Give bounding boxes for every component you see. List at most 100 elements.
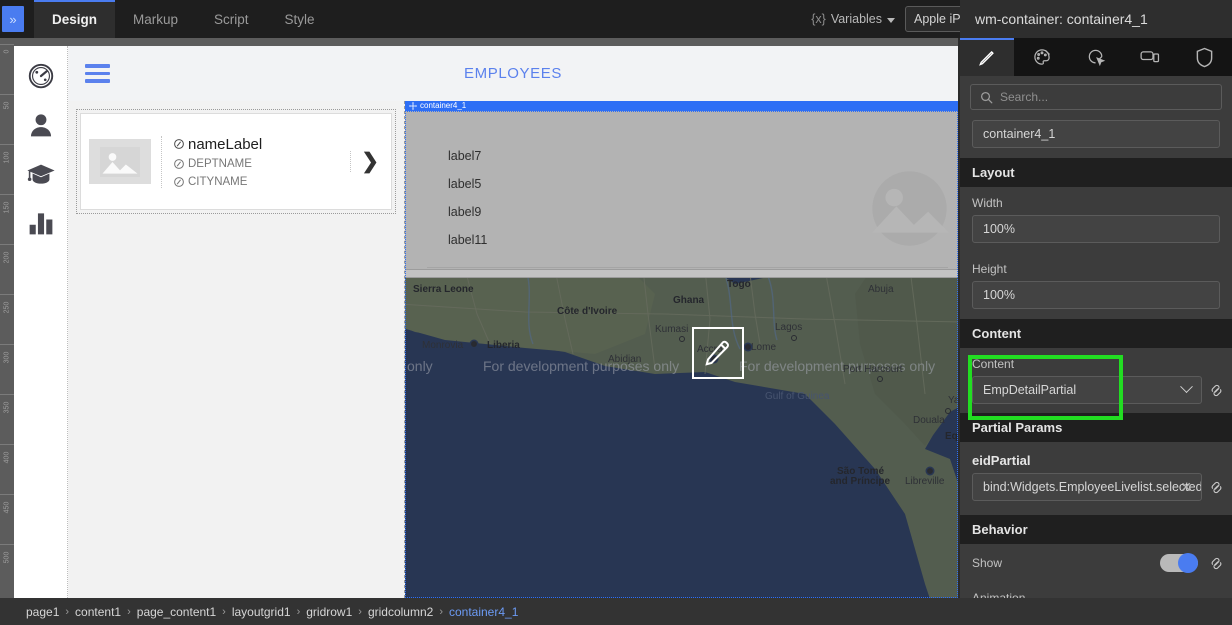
tab-devices[interactable] [1123, 38, 1177, 76]
section-partial-params-header: Partial Params [960, 413, 1232, 442]
tab-properties[interactable] [960, 38, 1014, 76]
employee-livelist-column[interactable]: nameLabel DEPTNAME [68, 101, 405, 598]
devices-icon [1139, 47, 1161, 67]
binding-link-icon [174, 139, 184, 149]
canvas-scroll-strip[interactable] [405, 269, 958, 278]
binding-link-icon [1209, 480, 1224, 495]
person-icon[interactable] [25, 109, 57, 141]
horizontal-ruler [14, 38, 958, 46]
employee-name-label: nameLabel [188, 136, 262, 153]
partial-label-5: label5 [448, 177, 487, 191]
vertical-ruler: 0 50 100 150 200 250 300 350 400 450 500 [0, 38, 14, 625]
container4-1[interactable]: container4_1 label7 label5 label9 label1… [405, 101, 958, 598]
tab-design[interactable]: Design [34, 0, 115, 38]
employee-city-row: CITYNAME [174, 176, 350, 188]
tab-markup-label: Markup [133, 12, 178, 27]
widget-name-field[interactable]: container4_1 [972, 120, 1220, 148]
clear-x-icon[interactable]: ✕ [1180, 480, 1192, 494]
properties-pencil-icon [977, 47, 997, 67]
binding-link-icon [1209, 556, 1224, 571]
show-binding-button[interactable] [1208, 556, 1224, 571]
show-label: Show [972, 556, 1002, 570]
properties-search-wrap [960, 76, 1232, 118]
properties-search[interactable] [970, 84, 1222, 110]
breadcrumb-item-page-content1[interactable]: page_content1 [137, 605, 216, 619]
dashboard-speedometer-icon[interactable] [25, 60, 57, 92]
tab-security[interactable] [1178, 38, 1232, 76]
height-input[interactable]: 100% [972, 281, 1220, 309]
tab-script[interactable]: Script [196, 0, 267, 38]
tab-script-label: Script [214, 12, 249, 27]
collapse-left-panel-button[interactable]: » [2, 6, 24, 32]
breadcrumb-item-page1[interactable]: page1 [26, 605, 59, 619]
width-field-wrap: 100% [960, 215, 1232, 253]
variables-label: Variables [831, 12, 882, 26]
breadcrumb-separator: › [222, 606, 226, 618]
chevron-down-icon [1180, 380, 1193, 393]
employee-card[interactable]: nameLabel DEPTNAME [80, 113, 392, 210]
pencil-edit-icon [703, 338, 733, 368]
tab-style[interactable]: Style [267, 0, 333, 38]
variables-prefix: {x} [811, 12, 826, 26]
breadcrumb-item-container4-1[interactable]: container4_1 [449, 605, 518, 619]
content-binding-button[interactable] [1208, 383, 1224, 398]
show-toggle[interactable] [1160, 554, 1198, 572]
width-input[interactable]: 100% [972, 215, 1220, 243]
map-widget[interactable]: only For development purposes only For d… [405, 278, 958, 598]
tab-markup[interactable]: Markup [115, 0, 196, 38]
selection-label-bar[interactable]: container4_1 [405, 101, 958, 111]
section-layout-header: Layout [960, 158, 1232, 187]
selection-label-text: container4_1 [420, 102, 466, 110]
page-body: nameLabel DEPTNAME [68, 101, 958, 598]
binding-link-icon [1209, 383, 1224, 398]
breadcrumb-separator: › [127, 606, 131, 618]
editor-mode-tabs: Design Markup Script Style [34, 0, 333, 38]
eid-partial-label: eidPartial [960, 442, 1232, 473]
eid-partial-value: bind:Widgets.EmployeeLivelist.selected [983, 480, 1202, 494]
breadcrumb-separator: › [65, 606, 69, 618]
content-select[interactable]: EmpDetailPartial [972, 376, 1202, 404]
map-dim-overlay [405, 278, 958, 598]
breadcrumb-item-gridcolumn2[interactable]: gridcolumn2 [368, 605, 433, 619]
chevron-down-icon [887, 18, 895, 23]
image-placeholder-icon [857, 156, 958, 261]
width-label: Width [960, 187, 1232, 215]
height-field-wrap: 100% [960, 281, 1232, 319]
eid-partial-binding-button[interactable] [1208, 480, 1224, 495]
properties-scroll-area[interactable]: container4_1 Layout Width 100% Height 10… [960, 118, 1232, 616]
design-canvas[interactable]: EMPLOYEES [14, 46, 958, 598]
employee-name-row: nameLabel [174, 136, 350, 153]
employee-dept-row: DEPTNAME [174, 158, 350, 170]
page-title: EMPLOYEES [68, 65, 958, 82]
chevron-right-icon[interactable]: ❯ [350, 151, 385, 172]
app-nav-rail [14, 46, 68, 598]
variables-button[interactable]: {x} Variables [801, 12, 905, 26]
employee-card-texts: nameLabel DEPTNAME [161, 136, 350, 188]
app-root: » Design Markup Script Style {x} Variabl… [0, 0, 1232, 625]
eid-partial-input[interactable]: bind:Widgets.EmployeeLivelist.selected ✕ [972, 473, 1202, 501]
app-page: EMPLOYEES [68, 46, 958, 598]
breadcrumb-item-layoutgrid1[interactable]: layoutgrid1 [232, 605, 291, 619]
search-input[interactable] [1000, 90, 1212, 104]
graduation-cap-icon[interactable] [25, 158, 57, 190]
breadcrumb-item-content1[interactable]: content1 [75, 605, 121, 619]
events-cursor-icon [1086, 47, 1106, 67]
employee-dept-label: DEPTNAME [188, 158, 252, 170]
section-behavior-header: Behavior [960, 515, 1232, 544]
edit-map-button[interactable] [692, 327, 744, 379]
show-row: Show [960, 544, 1232, 582]
partial-label-list: label7 label5 label9 label11 [448, 149, 487, 261]
tab-style-label: Style [285, 12, 315, 27]
tab-style[interactable] [1014, 38, 1068, 76]
breadcrumb-separator: › [358, 606, 362, 618]
bar-chart-icon[interactable] [25, 207, 57, 239]
tab-events[interactable] [1069, 38, 1123, 76]
breadcrumb-separator: › [297, 606, 301, 618]
content-field-label: Content [960, 348, 1232, 376]
move-handle-icon[interactable] [409, 102, 417, 110]
properties-panel: wm-container: container4_1 [960, 0, 1232, 598]
breadcrumb-item-gridrow1[interactable]: gridrow1 [306, 605, 352, 619]
page-header: EMPLOYEES [68, 46, 958, 101]
partial-divider [427, 267, 948, 268]
livelist-container[interactable]: nameLabel DEPTNAME [77, 110, 395, 213]
